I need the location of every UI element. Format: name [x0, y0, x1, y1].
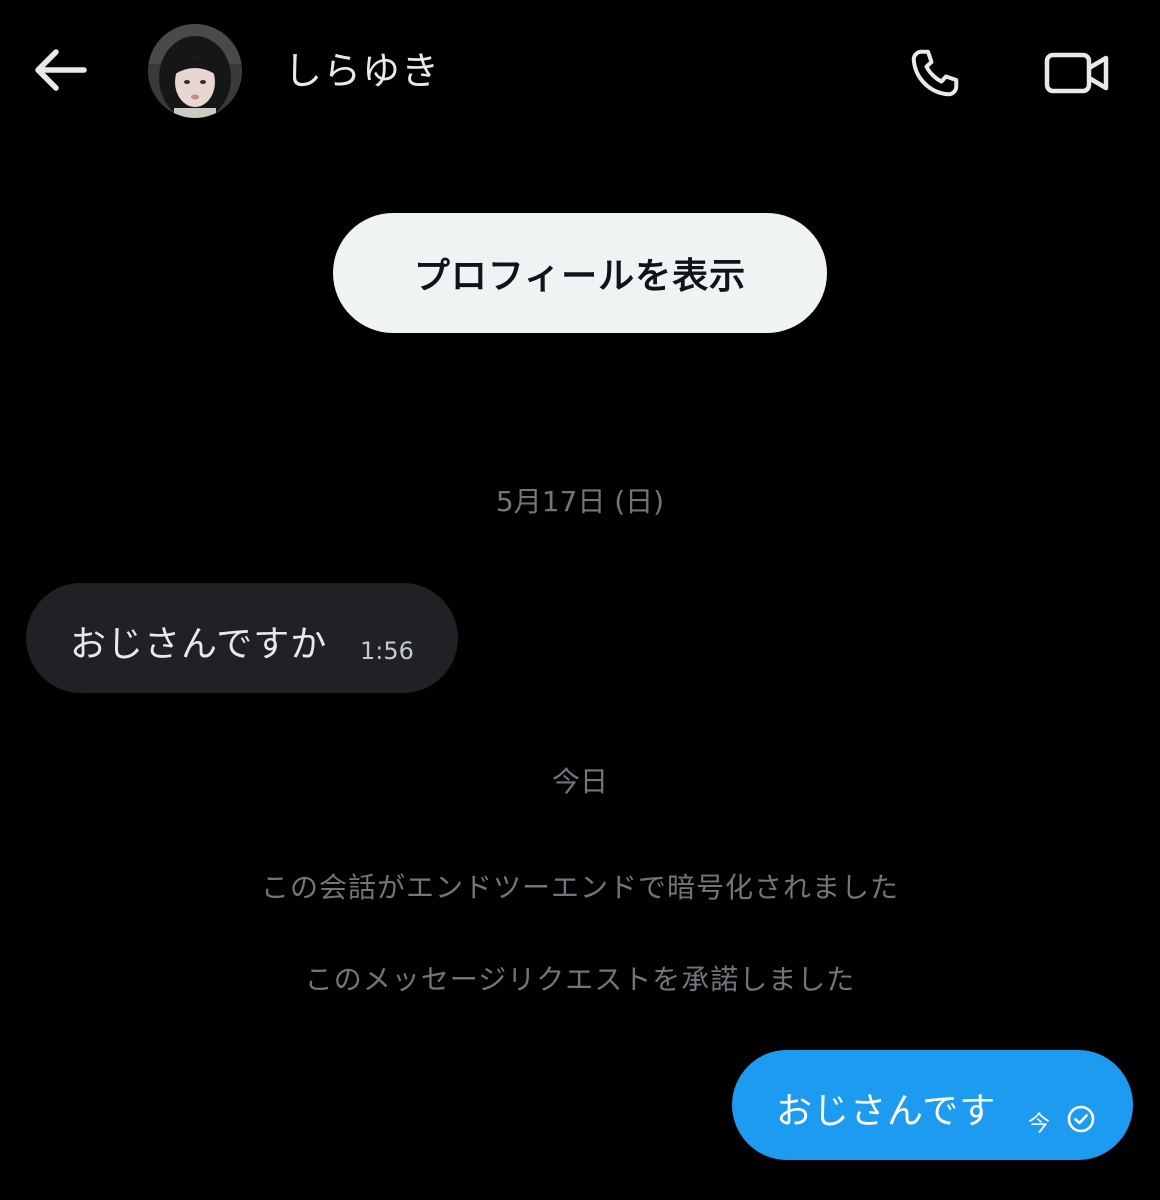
avatar[interactable]: [148, 24, 242, 118]
request-accepted-notice: このメッセージリクエストを承諾しました: [304, 963, 856, 996]
check-circle-icon: [1067, 1105, 1095, 1133]
video-camera-icon: [1044, 52, 1109, 94]
message-text: おじさんです: [776, 1091, 997, 1132]
outgoing-message-bubble[interactable]: おじさんです 今: [732, 1050, 1133, 1160]
incoming-message-bubble[interactable]: おじさんですか 1:56: [26, 583, 458, 693]
message-text: おじさんですか: [70, 624, 328, 665]
contact-name[interactable]: しらゆき: [284, 48, 440, 94]
back-button[interactable]: [28, 38, 92, 102]
message-time: 1:56: [360, 637, 414, 665]
view-profile-button[interactable]: プロフィールを表示: [333, 213, 827, 333]
conversation-header: しらゆき: [0, 0, 1160, 150]
call-button[interactable]: [900, 40, 970, 106]
phone-icon: [911, 49, 959, 97]
video-call-button[interactable]: [1040, 42, 1114, 104]
date-separator: 5月17日 (日): [495, 485, 665, 518]
encryption-notice: この会話がエンドツーエンドで暗号化されました: [260, 871, 899, 904]
arrow-left-icon: [35, 49, 87, 91]
date-separator-today: 今日: [551, 765, 608, 798]
message-time: 今: [1028, 1112, 1051, 1137]
avatar-image: [148, 24, 242, 118]
